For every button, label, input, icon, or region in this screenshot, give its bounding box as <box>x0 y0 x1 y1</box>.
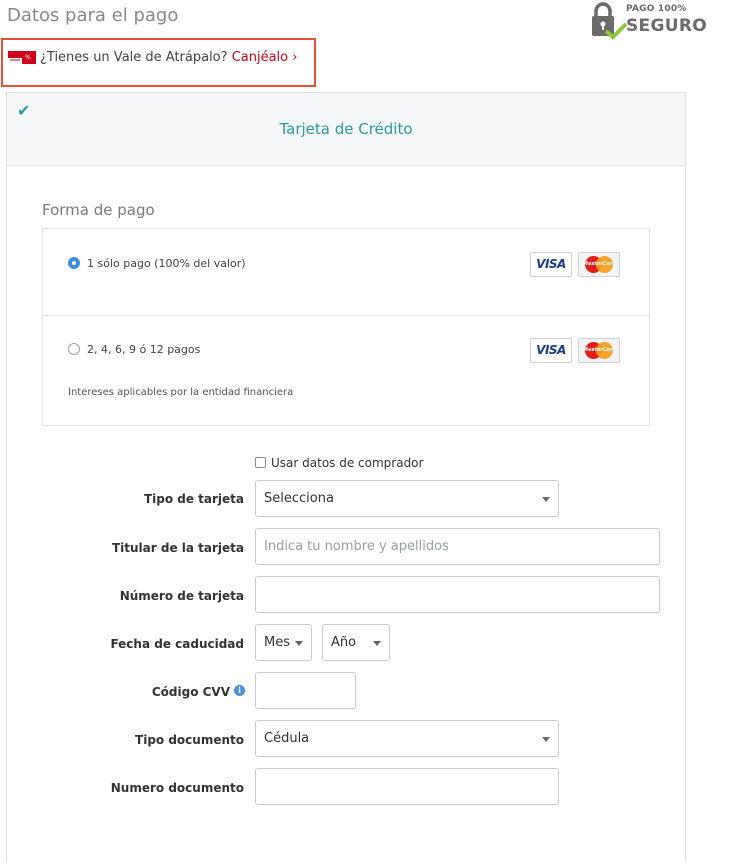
installments-radio[interactable] <box>68 343 80 355</box>
card-type-value: Selecciona <box>264 491 334 506</box>
installments-note: Intereses aplicables por la entidad fina… <box>68 387 294 398</box>
visa-logo: VISA <box>530 338 572 363</box>
expiry-month-value: Mes <box>264 635 290 650</box>
voucher-text: ¿Tienes un Vale de Atrápalo? Canjéalo › <box>40 50 297 65</box>
card-holder-input[interactable]: Indica tu nombre y apellidos <box>255 528 660 565</box>
document-type-select[interactable]: Cédula <box>255 720 559 757</box>
checkmark-icon <box>604 22 628 40</box>
mastercard-text: MasterCard <box>583 261 616 267</box>
card-type-label: Tipo de tarjeta <box>143 492 244 506</box>
cvv-label: Código CVV <box>151 685 230 699</box>
chevron-down-icon <box>542 737 550 742</box>
expiry-year-value: Año <box>331 635 357 650</box>
card-number-input[interactable] <box>255 576 660 613</box>
visa-logo: VISA <box>530 252 572 277</box>
credit-card-tab[interactable]: ✔ Tarjeta de Crédito <box>7 93 685 166</box>
chevron-down-icon <box>295 641 303 646</box>
payment-option-installments[interactable]: 2, 4, 6, 9 ó 12 pagos VISA MasterCard In… <box>43 316 649 426</box>
secure-badge-line2: SEGURO <box>626 16 707 36</box>
document-number-input[interactable] <box>255 768 559 805</box>
mastercard-logo: MasterCard <box>578 252 620 277</box>
expiry-date-label: Fecha de caducidad <box>110 637 244 651</box>
redeem-voucher-link[interactable]: Canjéalo › <box>232 50 298 65</box>
chevron-down-icon <box>542 497 550 502</box>
credit-card-tab-title: Tarjeta de Crédito <box>279 120 413 138</box>
expiry-year-select[interactable]: Año <box>322 624 390 661</box>
installments-label: 2, 4, 6, 9 ó 12 pagos <box>87 343 201 356</box>
use-buyer-data-label: Usar datos de comprador <box>271 456 424 470</box>
checkmark-icon: ✔ <box>17 101 31 120</box>
voucher-question: ¿Tienes un Vale de Atrápalo? <box>40 50 228 65</box>
document-type-label: Tipo documento <box>135 733 244 747</box>
single-payment-label: 1 sólo pago (100% del valor) <box>87 257 246 270</box>
card-holder-label: Titular de la tarjeta <box>111 541 244 555</box>
voucher-ticket-icon: % <box>8 51 36 64</box>
secure-badge-line1: PAGO 100% <box>626 4 687 14</box>
page-title: Datos para el pago <box>7 5 179 26</box>
cvv-input[interactable] <box>255 672 356 709</box>
mastercard-text: MasterCard <box>583 347 616 353</box>
mastercard-logo: MasterCard <box>578 338 620 363</box>
expiry-month-select[interactable]: Mes <box>255 624 312 661</box>
card-type-select[interactable]: Selecciona <box>255 480 559 517</box>
use-buyer-data-checkbox[interactable] <box>255 457 266 468</box>
info-icon[interactable]: i <box>234 685 245 696</box>
card-holder-placeholder: Indica tu nombre y apellidos <box>264 539 449 554</box>
document-number-label: Numero documento <box>110 781 244 795</box>
document-type-value: Cédula <box>264 731 310 746</box>
payment-options-box: 1 sólo pago (100% del valor) VISA Master… <box>42 228 650 426</box>
payment-form-label: Forma de pago <box>42 201 155 219</box>
chevron-down-icon <box>373 641 381 646</box>
svg-text:%: % <box>25 54 31 61</box>
single-payment-radio[interactable] <box>68 257 80 269</box>
card-number-label: Número de tarjeta <box>119 589 244 603</box>
secure-payment-badge: PAGO 100% SEGURO <box>590 2 707 42</box>
payment-option-single[interactable]: 1 sólo pago (100% del valor) VISA Master… <box>43 229 649 316</box>
voucher-callout: % ¿Tienes un Vale de Atrápalo? Canjéalo … <box>1 38 316 87</box>
